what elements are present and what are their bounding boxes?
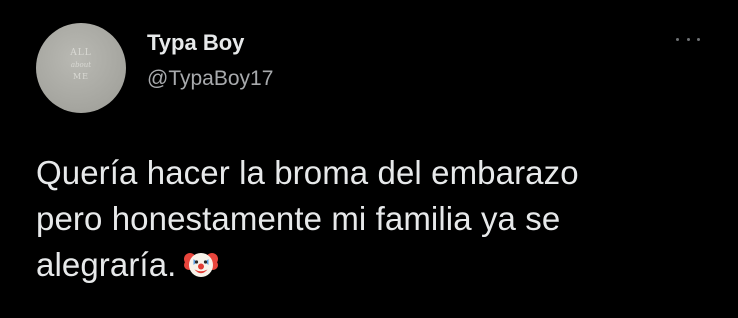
avatar-text-line: ALL [70, 48, 92, 58]
more-options-icon [676, 37, 679, 41]
avatar-logo-text: ALL about ME [36, 47, 126, 83]
author-display-name[interactable]: Typa Boy [147, 30, 244, 56]
tweet-text-fragment: alegraría. [36, 246, 177, 283]
more-options-icon [686, 37, 690, 41]
author-handle[interactable]: @TypaBoy17 [147, 66, 273, 92]
tweet-text: Quería hacer la broma del embarazo pero … [36, 150, 696, 293]
avatar[interactable]: ALL about ME [36, 23, 126, 113]
more-options-icon [697, 37, 700, 41]
tweet-text-line-last: alegraría. [36, 242, 696, 293]
avatar-text-line: about [70, 61, 92, 69]
clown-face-icon [184, 247, 219, 293]
avatar-text-line: ME [72, 72, 90, 81]
tweet-text-line: pero honestamente mi familia ya se [36, 200, 561, 237]
tweet-text-line: Quería hacer la broma del embarazo [36, 154, 579, 191]
more-options-button[interactable] [676, 33, 700, 45]
tweet-card: ALL about ME Typa Boy @TypaBoy17 Quería … [0, 0, 738, 318]
